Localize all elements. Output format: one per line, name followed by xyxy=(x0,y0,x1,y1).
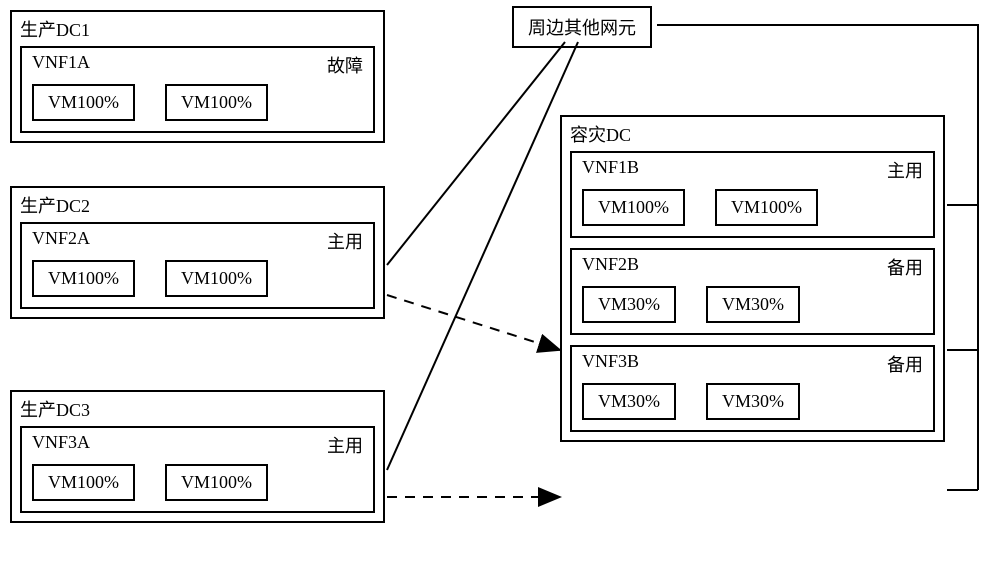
vnf1a-vm1: VM100% xyxy=(32,84,135,121)
vnf3a-vm2: VM100% xyxy=(165,464,268,501)
line-peripheral-vnf3a xyxy=(387,42,578,470)
dc3-title: 生产DC3 xyxy=(20,396,375,422)
vnf1b-vm1: VM100% xyxy=(582,189,685,226)
peripheral-label: 周边其他网元 xyxy=(528,18,636,38)
production-dc1: 生产DC1 VNF1A 故障 VM100% VM100% xyxy=(10,10,385,143)
dc2-title: 生产DC2 xyxy=(20,192,375,218)
vnf1b-name: VNF1B xyxy=(582,157,639,183)
vnf3b-status: 备用 xyxy=(887,351,923,377)
vnf2b-box: VNF2B 备用 VM30% VM30% xyxy=(570,248,935,335)
vnf2b-name: VNF2B xyxy=(582,254,639,280)
vnf1b-status: 主用 xyxy=(887,157,923,183)
vnf1a-box: VNF1A 故障 VM100% VM100% xyxy=(20,46,375,133)
dc1-title: 生产DC1 xyxy=(20,16,375,42)
production-dc2: 生产DC2 VNF2A 主用 VM100% VM100% xyxy=(10,186,385,319)
vnf1a-status: 故障 xyxy=(327,52,363,78)
vnf1a-name: VNF1A xyxy=(32,52,90,78)
vnf3a-box: VNF3A 主用 VM100% VM100% xyxy=(20,426,375,513)
production-dc3: 生产DC3 VNF3A 主用 VM100% VM100% xyxy=(10,390,385,523)
vnf1b-box: VNF1B 主用 VM100% VM100% xyxy=(570,151,935,238)
vnf3b-name: VNF3B xyxy=(582,351,639,377)
dr-title: 容灾DC xyxy=(570,121,935,147)
vnf2b-vm1: VM30% xyxy=(582,286,676,323)
dr-dc: 容灾DC VNF1B 主用 VM100% VM100% VNF2B 备用 VM3… xyxy=(560,115,945,442)
line-peripheral-vnf2a xyxy=(387,42,565,265)
vnf2a-status: 主用 xyxy=(327,228,363,254)
vnf2a-vm2: VM100% xyxy=(165,260,268,297)
line-vnf2a-vnf2b xyxy=(387,295,560,350)
vnf3a-status: 主用 xyxy=(327,432,363,458)
vnf2a-vm1: VM100% xyxy=(32,260,135,297)
vnf2a-name: VNF2A xyxy=(32,228,90,254)
vnf3a-vm1: VM100% xyxy=(32,464,135,501)
vnf3b-vm2: VM30% xyxy=(706,383,800,420)
vnf2b-vm2: VM30% xyxy=(706,286,800,323)
vnf3b-vm1: VM30% xyxy=(582,383,676,420)
peripheral-other-ne: 周边其他网元 xyxy=(512,6,652,48)
vnf2b-status: 备用 xyxy=(887,254,923,280)
vnf3b-box: VNF3B 备用 VM30% VM30% xyxy=(570,345,935,432)
vnf1b-vm2: VM100% xyxy=(715,189,818,226)
vnf3a-name: VNF3A xyxy=(32,432,90,458)
vnf1a-vm2: VM100% xyxy=(165,84,268,121)
vnf2a-box: VNF2A 主用 VM100% VM100% xyxy=(20,222,375,309)
